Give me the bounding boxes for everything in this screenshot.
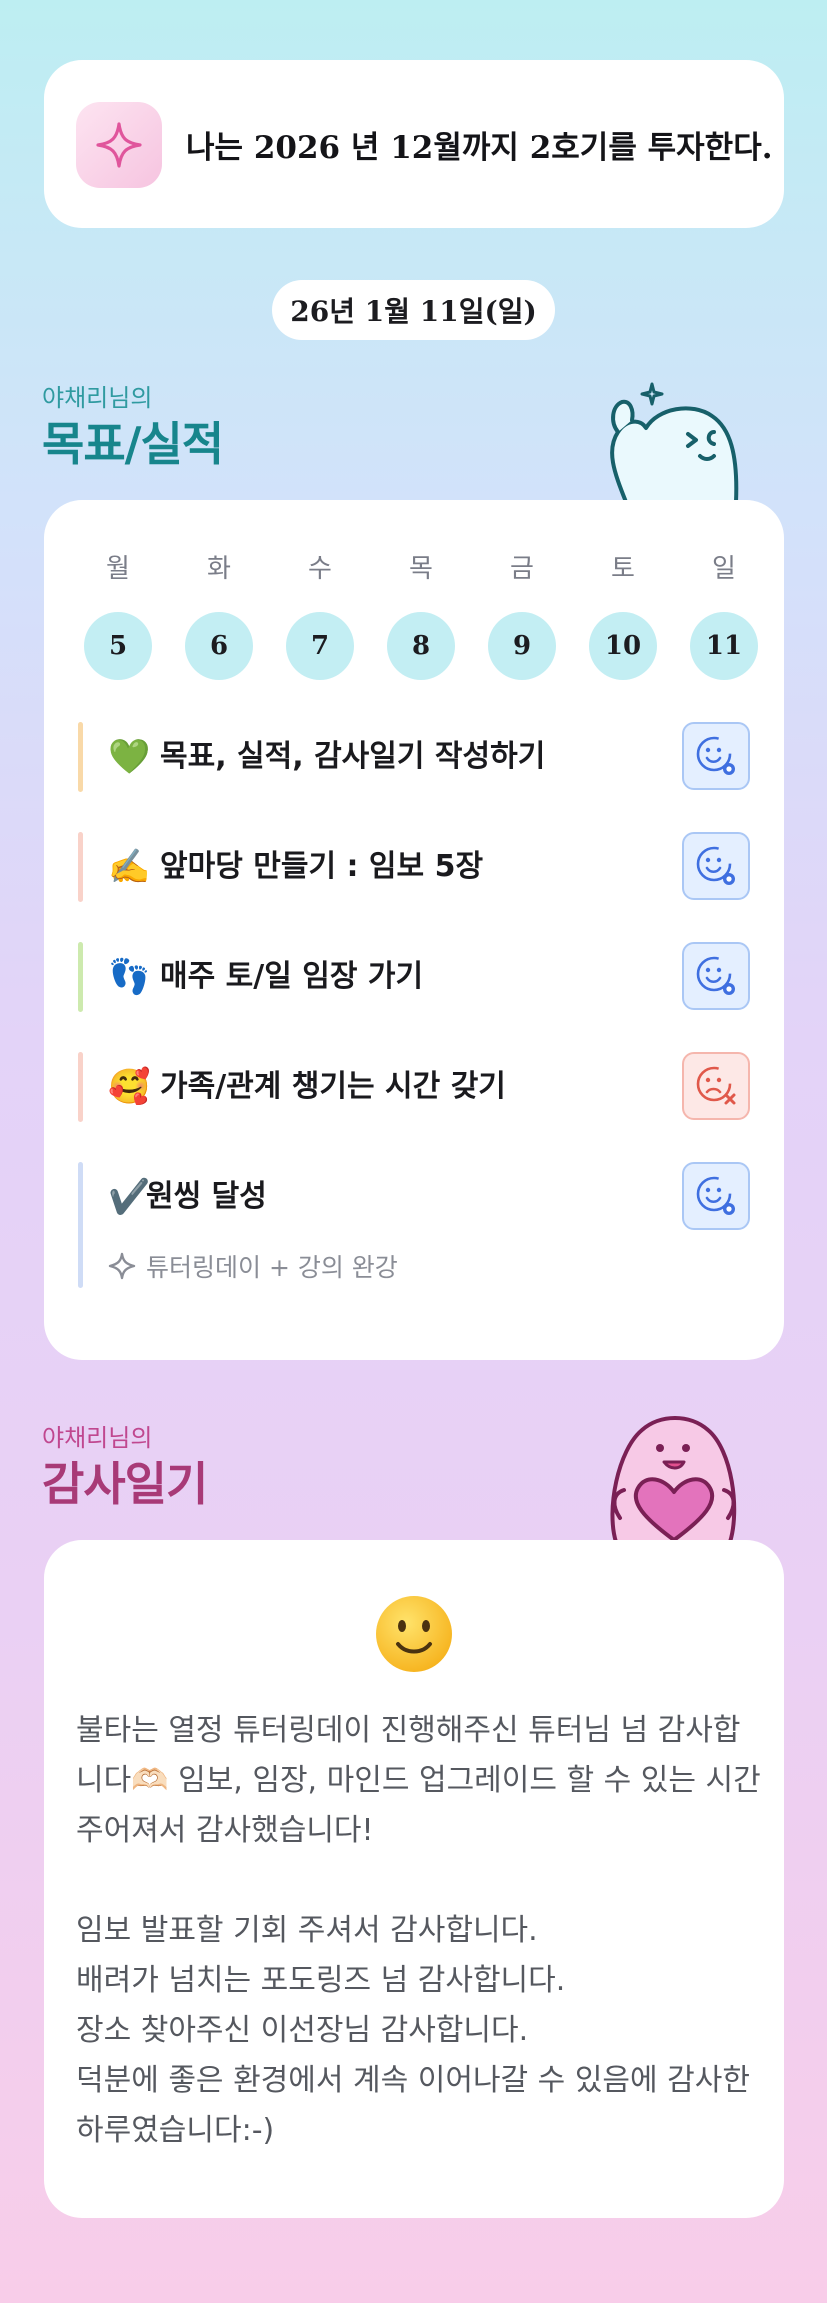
smile-done-icon (696, 1176, 735, 1215)
date-circle[interactable]: 9 (488, 612, 556, 680)
goal-row: 👣 매주 토/일 임장 가기 (78, 942, 750, 1012)
smile-done-icon (696, 846, 735, 885)
date-circle[interactable]: 5 (84, 612, 152, 680)
onething-detail: 튜터링데이 + 강의 완강 (108, 1248, 398, 1284)
green-heart-icon: 💚 (108, 737, 151, 777)
sparkle-icon (108, 1252, 136, 1280)
goal-label: 매주 토/일 임장 가기 (160, 959, 424, 994)
slightly-smiling-face-icon (374, 1594, 454, 1674)
goals-title: 목표/실적 (42, 417, 224, 471)
goal-row-accent (78, 942, 83, 1012)
status-missed-button[interactable] (682, 1052, 750, 1120)
gratitude-title: 감사일기 (42, 1457, 208, 1511)
check-mark-icon: ✔️ (108, 1177, 151, 1217)
goal-label: 가족/관계 챙기는 시간 갖기 (160, 1069, 506, 1104)
goal-row-accent (78, 722, 83, 792)
weekday-label: 토 (611, 554, 635, 584)
smiling-face-with-hearts-icon: 🥰 (108, 1067, 151, 1107)
status-done-button[interactable] (682, 832, 750, 900)
gratitude-card: 불타는 열정 튜터링데이 진행해주신 튜터님 넘 감사합니다🫶🏻 임보, 임장,… (44, 1540, 784, 2218)
goal-row-accent (78, 1052, 83, 1122)
weekday-label: 목 (409, 554, 433, 584)
date-circle[interactable]: 6 (185, 612, 253, 680)
status-done-button[interactable] (682, 722, 750, 790)
sparkle-icon (76, 102, 162, 188)
goal-label: 목표, 실적, 감사일기 작성하기 (160, 739, 546, 774)
date-circle[interactable]: 10 (589, 612, 657, 680)
date-circle[interactable]: 7 (286, 612, 354, 680)
status-done-button[interactable] (682, 942, 750, 1010)
gratitude-diary-text: 불타는 열정 튜터링데이 진행해주신 튜터님 넘 감사합니다🫶🏻 임보, 임장,… (76, 1713, 761, 2148)
mascot-character-icon (596, 372, 746, 504)
goal-row: ✍️ 앞마당 만들기 : 임보 5장 (78, 832, 750, 902)
goal-row-accent (78, 1162, 83, 1288)
status-done-button[interactable] (682, 1162, 750, 1230)
weekday-label: 월 (106, 554, 130, 584)
date-pill: 26년 1월 11일(일) (272, 280, 555, 340)
footprints-icon: 👣 (108, 957, 151, 997)
weekday-label: 일 (712, 554, 736, 584)
weekday-label: 화 (207, 554, 231, 584)
onething-detail-text: 튜터링데이 + 강의 완강 (146, 1253, 398, 1282)
weekday-label: 금 (510, 554, 534, 584)
smile-done-icon (696, 956, 735, 995)
goal-row: 🥰 가족/관계 챙기는 시간 갖기 (78, 1052, 750, 1122)
writing-hand-icon: ✍️ (108, 847, 151, 887)
smile-done-icon (696, 736, 735, 775)
date-circle[interactable]: 11 (690, 612, 758, 680)
date-circle[interactable]: 8 (387, 612, 455, 680)
goal-banner-text: 나는 2026 년 12월까지 2호기를 투자한다. (186, 129, 773, 166)
goal-label: 원씽 달성 (146, 1179, 267, 1214)
goal-row-accent (78, 832, 83, 902)
goal-banner: 나는 2026 년 12월까지 2호기를 투자한다. (44, 60, 784, 228)
goals-card: 월 5 화 6 수 7 목 8 금 9 토 10 일 11 💚 목표, 실적, … (44, 500, 784, 1360)
weekday-label: 수 (308, 554, 332, 584)
goal-row: 💚 목표, 실적, 감사일기 작성하기 (78, 722, 750, 792)
pink-mascot-holding-heart-icon (590, 1410, 750, 1544)
goal-label: 앞마당 만들기 : 임보 5장 (160, 849, 484, 884)
